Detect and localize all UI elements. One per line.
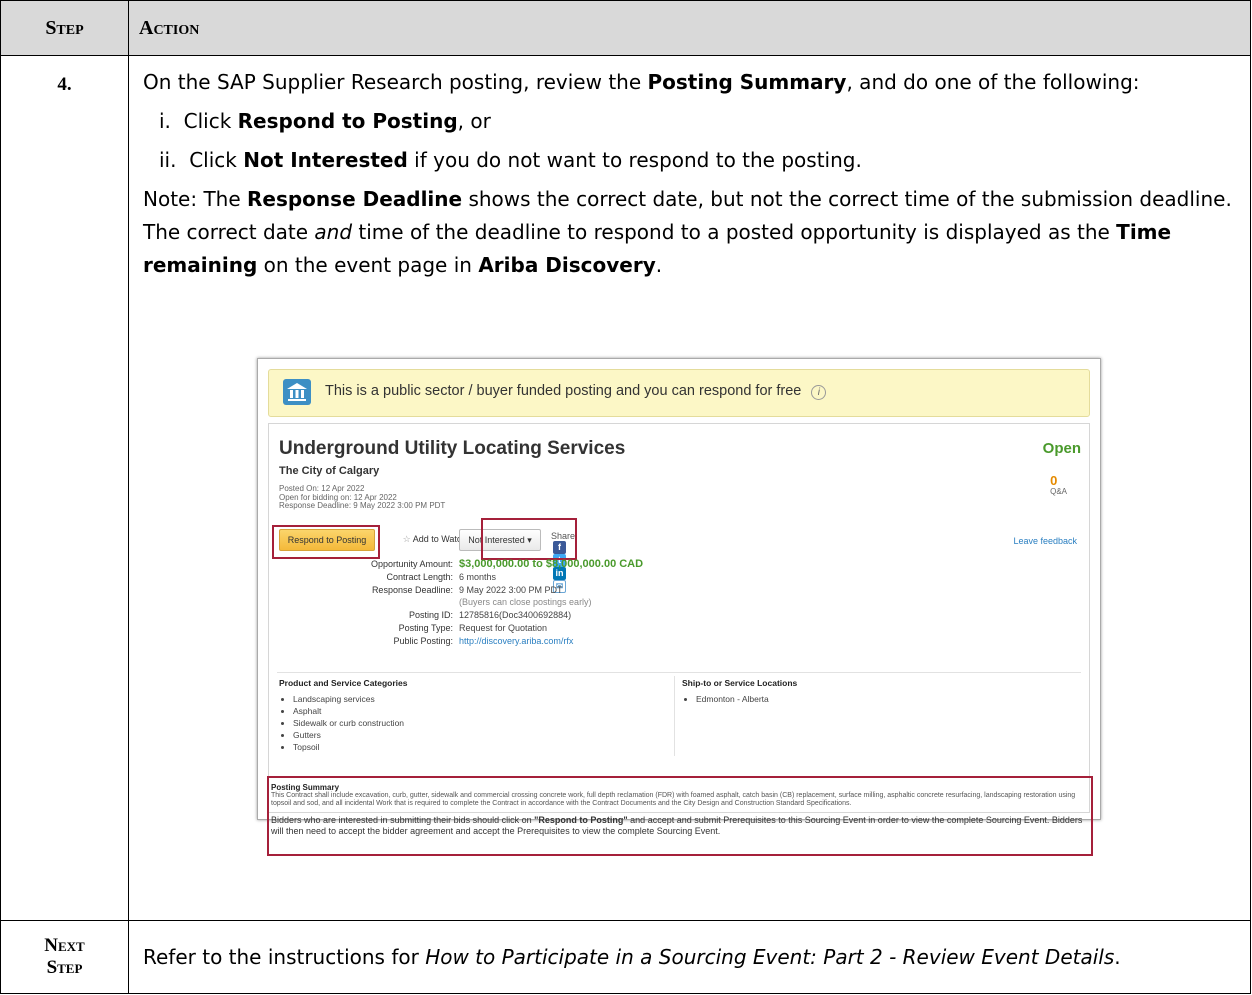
action-header: Action [128, 0, 1251, 56]
opportunity-amount: $3,000,000.00 to $8,000,000.00 CAD [459, 558, 644, 570]
category-item: Gutters [293, 729, 408, 741]
categories-section: Product and Service Categories Landscapi… [279, 678, 408, 753]
summary-highlight-box [267, 776, 1093, 856]
posting-screenshot: This is a public sector / buyer funded p… [257, 358, 1101, 820]
option-respond: i. Click Respond to Posting, or [159, 109, 491, 133]
posting-meta: Posted On: 12 Apr 2022 Open for bidding … [279, 484, 446, 510]
divider [277, 672, 1081, 673]
next-step-text: Refer to the instructions for How to Par… [128, 920, 1251, 994]
qa-counter[interactable]: 0 Q&A [1050, 474, 1067, 496]
divider [674, 676, 675, 756]
category-item: Landscaping services [293, 693, 408, 705]
posting-title: Underground Utility Locating Services [279, 438, 626, 459]
category-item: Topsoil [293, 741, 408, 753]
not-interested-highlight [481, 518, 577, 560]
bank-icon [283, 379, 311, 405]
category-item: Sidewalk or curb construction [293, 717, 408, 729]
next-step-label: Next Step [0, 920, 129, 994]
step-header: Step [0, 0, 129, 56]
note-text: Note: The Response Deadline shows the co… [143, 187, 1232, 277]
buyer-org: The City of Calgary [279, 465, 380, 477]
public-posting-link[interactable]: http://discovery.ariba.com/rfx [459, 635, 573, 648]
step-number: 4. [0, 55, 129, 921]
intro-text: On the SAP Supplier Research posting, re… [143, 70, 1140, 94]
option-not-interested: ii. Click Not Interested if you do not w… [159, 148, 862, 172]
posting-details: Opportunity Amount: $3,000,000.00 to $8,0… [370, 558, 644, 648]
leave-feedback-link[interactable]: Leave feedback [1013, 536, 1077, 546]
location-item: Edmonton - Alberta [696, 693, 797, 705]
banner-text: This is a public sector / buyer funded p… [325, 383, 827, 400]
free-response-banner: This is a public sector / buyer funded p… [268, 369, 1090, 417]
posting-card: Underground Utility Locating Services Th… [268, 423, 1090, 813]
locations-section: Ship-to or Service Locations Edmonton - … [682, 678, 797, 705]
status-badge: Open [1042, 440, 1081, 457]
info-icon[interactable]: i [811, 385, 827, 400]
posting-summary: Posting Summary This Contract shall incl… [267, 776, 1093, 856]
respond-highlight [272, 525, 380, 559]
category-item: Asphalt [293, 705, 408, 717]
